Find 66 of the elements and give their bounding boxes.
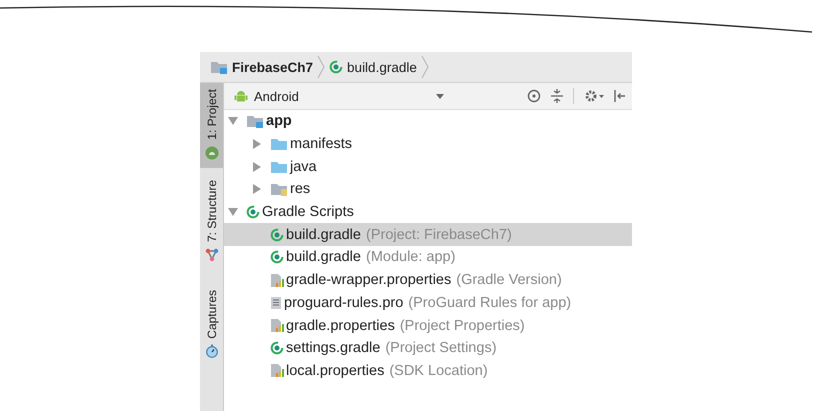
properties-file-icon: [270, 318, 284, 334]
item-label: proguard-rules.pro: [284, 294, 404, 311]
module-folder-icon: [246, 114, 264, 128]
collapsed-arrow-icon[interactable]: [253, 162, 261, 172]
structure-icon: [204, 248, 218, 262]
settings-icon[interactable]: [584, 89, 604, 103]
folder-icon: [270, 137, 288, 152]
chevron-separator-icon: [317, 55, 326, 79]
folder-icon: [270, 160, 288, 174]
item-label: gradle.properties: [286, 318, 395, 334]
item-label: manifests: [290, 136, 352, 152]
item-label: res: [290, 181, 310, 198]
breadcrumb-item[interactable]: build.gradle: [347, 60, 417, 74]
item-hint: (Gradle Version): [456, 272, 562, 288]
text-file-icon: [270, 296, 282, 310]
item-label: build.gradle: [286, 226, 361, 243]
tree-row[interactable]: local.properties (SDK Location): [224, 360, 632, 382]
tree-row[interactable]: build.gradle (Project: FirebaseCh7): [224, 223, 632, 246]
gradle-icon: [270, 250, 284, 264]
tree-row[interactable]: gradle-wrapper.properties (Gradle Version): [224, 268, 632, 292]
caret-icon: [436, 94, 444, 98]
properties-file-icon: [270, 272, 284, 288]
stopwatch-icon: [204, 344, 218, 358]
item-hint: (SDK Location): [389, 362, 488, 379]
tree-row[interactable]: settings.gradle (Project Settings): [224, 336, 632, 360]
breadcrumb-item[interactable]: FirebaseCh7: [232, 60, 314, 74]
collapsed-arrow-icon[interactable]: [253, 139, 261, 150]
tree-row[interactable]: gradle.properties (Project Properties): [224, 314, 632, 337]
chevron-separator-icon: [420, 55, 429, 79]
side-tab[interactable]: Captures: [200, 284, 223, 366]
tree-row[interactable]: java: [224, 155, 632, 178]
item-label: app: [266, 113, 292, 130]
tree-row[interactable]: res: [224, 178, 632, 201]
item-hint: (Project Settings): [385, 340, 497, 356]
android-icon: [234, 89, 248, 103]
pin-left-icon[interactable]: [614, 89, 626, 103]
item-hint: (Project: FirebaseCh7): [366, 226, 512, 243]
item-label: build.gradle: [286, 249, 361, 266]
tree-row[interactable]: manifests: [224, 132, 632, 156]
gradle-icon: [246, 205, 260, 220]
item-label: gradle-wrapper.properties: [286, 272, 452, 288]
gradle-icon: [329, 60, 344, 74]
properties-file-icon: [270, 363, 284, 378]
item-label: local.properties: [286, 362, 384, 379]
tree-row[interactable]: Gradle Scripts: [224, 200, 632, 224]
collapsed-arrow-icon[interactable]: [253, 184, 261, 194]
item-label: settings.gradle: [286, 340, 380, 356]
android-icon: [204, 146, 218, 160]
item-hint: (Module: app): [366, 249, 456, 266]
expanded-arrow-icon[interactable]: [228, 208, 238, 216]
module-folder-icon: [210, 60, 228, 74]
gradle-icon: [270, 228, 284, 242]
side-tab[interactable]: 7: Structure: [200, 174, 223, 270]
resource-folder-icon: [270, 182, 288, 196]
expanded-arrow-icon[interactable]: [228, 117, 238, 126]
locate-icon[interactable]: [527, 89, 541, 103]
tree-row[interactable]: app: [224, 110, 632, 133]
item-hint: (Project Properties): [400, 318, 525, 334]
collapse-icon[interactable]: [551, 89, 563, 103]
gradle-icon: [270, 341, 284, 356]
item-label: java: [290, 158, 317, 175]
side-tab[interactable]: 1: Project: [200, 83, 223, 168]
tree-row[interactable]: proguard-rules.pro (ProGuard Rules for app): [224, 292, 632, 314]
item-hint: (ProGuard Rules for app): [408, 294, 572, 311]
item-label: Gradle Scripts: [262, 204, 354, 220]
tree-row[interactable]: build.gradle (Module: app): [224, 246, 632, 269]
